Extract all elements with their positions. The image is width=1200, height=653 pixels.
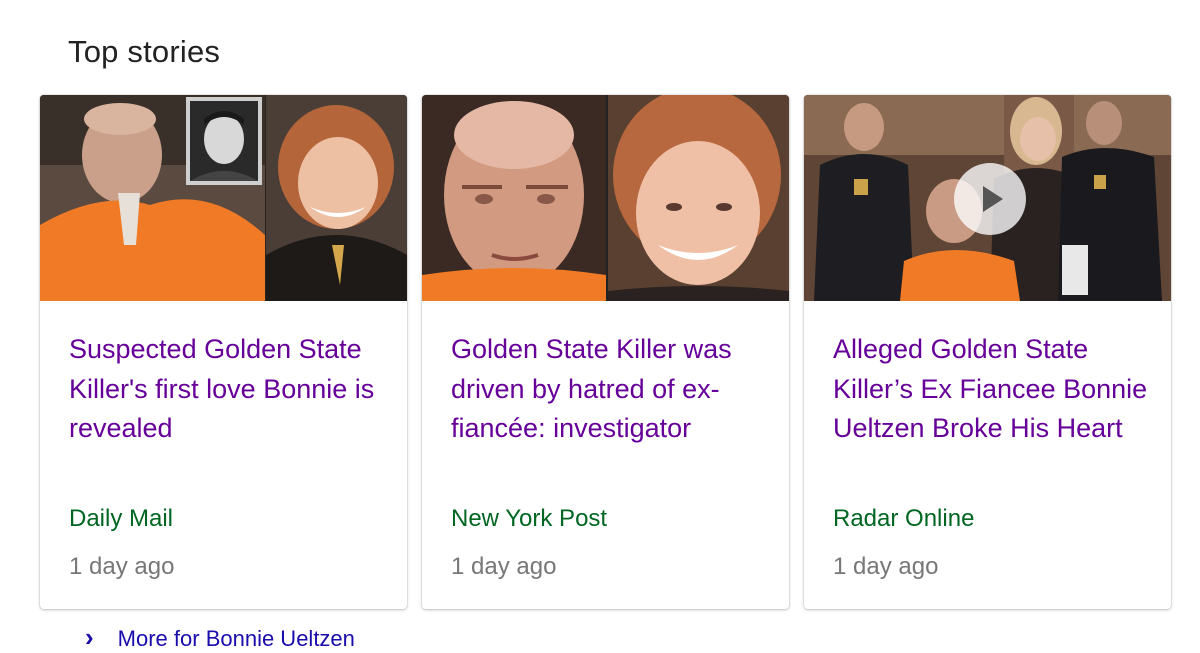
story-age: 1 day ago xyxy=(451,553,557,580)
story-source: Daily Mail xyxy=(69,505,174,532)
story-thumbnail[interactable] xyxy=(40,95,407,301)
story-card[interactable]: Suspected Golden State Killer's first lo… xyxy=(40,95,407,609)
story-thumbnail[interactable] xyxy=(804,95,1171,301)
story-headline[interactable]: Golden State Killer was driven by hatred… xyxy=(451,330,769,449)
story-age: 1 day ago xyxy=(69,553,175,580)
more-stories-link[interactable]: › More for Bonnie Ueltzen xyxy=(85,622,355,652)
top-stories-carousel: Suspected Golden State Killer's first lo… xyxy=(40,95,1172,610)
story-card[interactable]: Golden State Killer was driven by hatred… xyxy=(422,95,789,609)
story-source: New York Post xyxy=(451,505,608,532)
story-thumbnail[interactable] xyxy=(422,95,789,301)
story-headline[interactable]: Suspected Golden State Killer's first lo… xyxy=(69,330,387,449)
story-card[interactable]: Alleged Golden State Killer’s Ex Fiancee… xyxy=(804,95,1171,609)
section-title: Top stories xyxy=(68,34,221,69)
story-headline[interactable]: Alleged Golden State Killer’s Ex Fiancee… xyxy=(833,330,1151,449)
story-age: 1 day ago xyxy=(833,553,939,580)
arrow-right-icon: › xyxy=(85,622,94,652)
play-video-button[interactable] xyxy=(954,163,1026,235)
more-stories-label[interactable]: More for Bonnie Ueltzen xyxy=(118,626,355,651)
story-source: Radar Online xyxy=(833,505,975,532)
